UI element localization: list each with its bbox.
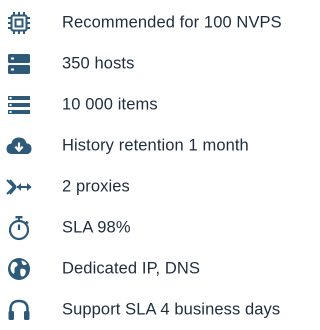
feature-item-items: 10 000 items	[0, 84, 314, 125]
feature-label: Dedicated IP, DNS	[62, 259, 201, 277]
feature-label: 10 000 items	[62, 95, 158, 113]
feature-label: Support SLA 4 business days	[62, 300, 281, 318]
feature-item-hosts: 350 hosts	[0, 43, 314, 84]
feature-label: 2 proxies	[62, 177, 130, 195]
feature-label: Recommended for 100 NVPS	[62, 13, 282, 31]
feature-item-support: Support SLA 4 business days	[0, 289, 314, 330]
feature-item-sla: SLA 98%	[0, 207, 314, 248]
proxy-arrows-icon	[2, 170, 36, 204]
server-icon	[2, 47, 36, 81]
feature-item-nvps: Recommended for 100 NVPS	[0, 2, 314, 43]
feature-label: SLA 98%	[62, 218, 131, 236]
stopwatch-icon	[2, 211, 36, 245]
headset-icon	[2, 293, 36, 327]
feature-item-proxies: 2 proxies	[0, 166, 314, 207]
feature-list: Recommended for 100 NVPS 350 hosts 10 00	[0, 2, 314, 330]
list-icon	[2, 88, 36, 122]
cloud-download-icon	[2, 129, 36, 163]
feature-label: 350 hosts	[62, 54, 135, 72]
feature-label: History retention 1 month	[62, 136, 249, 154]
cpu-chip-icon	[2, 6, 36, 40]
feature-item-dedicated-ip: Dedicated IP, DNS	[0, 248, 314, 289]
globe-icon	[2, 252, 36, 286]
feature-item-history: History retention 1 month	[0, 125, 314, 166]
